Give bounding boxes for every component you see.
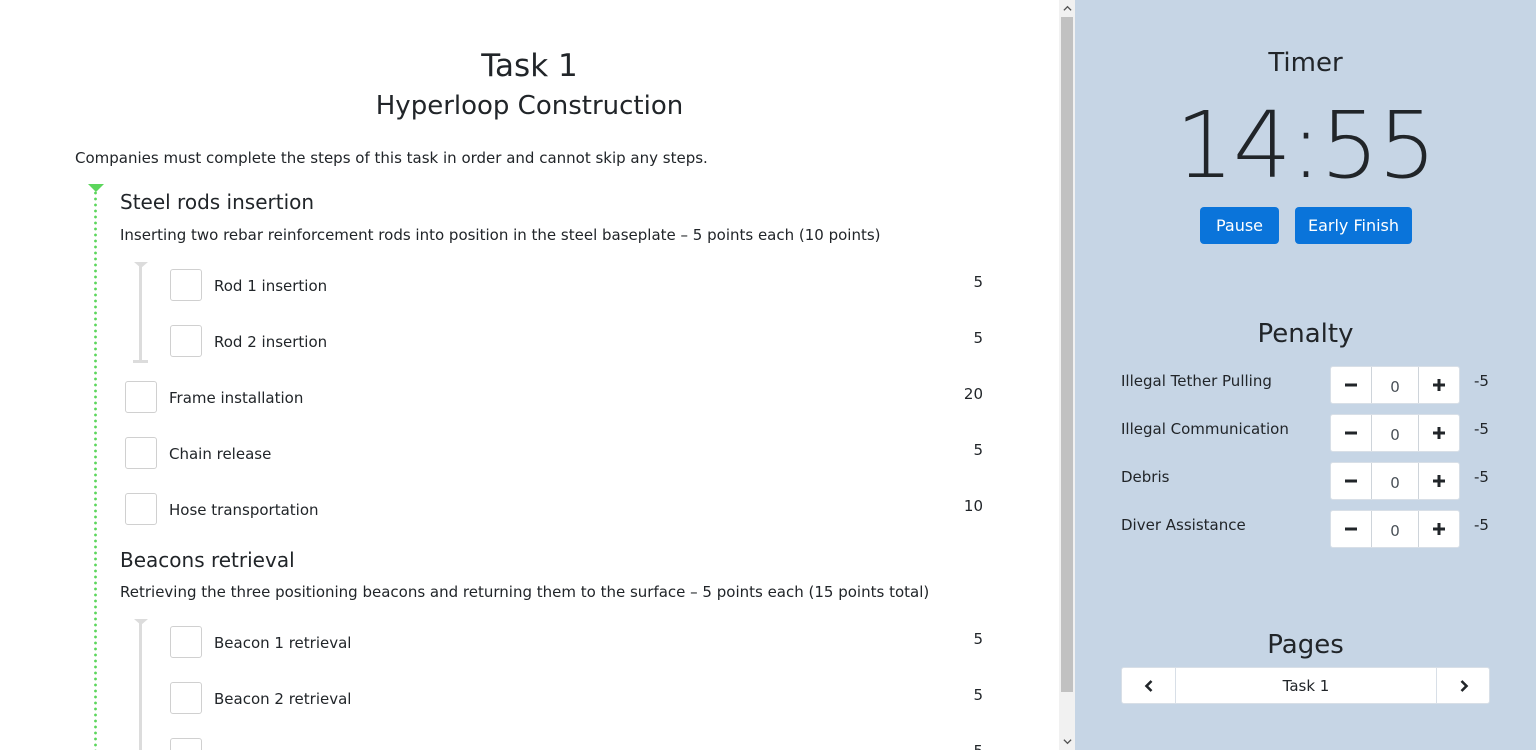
substep-bracket [139,621,142,750]
substep-points: 5 [973,686,983,704]
substep-label: Beacon 2 retrieval [214,690,352,708]
substep-bracket [139,264,142,362]
checkbox-rod-2[interactable] [170,325,202,357]
penalty-row-debris: Debris -5 [1075,462,1536,500]
task-content: Task 1 Hyperloop Construction Companies … [0,0,1059,750]
checkbox-beacon-2[interactable] [170,682,202,714]
substep-label: Beacon 1 retrieval [214,634,352,652]
section-title-steel-rods: Steel rods insertion [120,190,315,214]
task-intro: Companies must complete the steps of thi… [75,149,708,167]
checkbox-chain-release[interactable] [125,437,157,469]
substep-points: 5 [973,273,983,291]
penalty-count-input[interactable] [1371,511,1419,547]
plus-icon[interactable] [1419,367,1459,403]
chevron-right-icon[interactable] [1437,668,1490,703]
substep-points: 5 [973,630,983,648]
scroll-down-icon[interactable] [1059,733,1075,750]
penalty-row-diver-assistance: Diver Assistance -5 [1075,510,1536,548]
penalty-row-illegal-communication: Illegal Communication -5 [1075,414,1536,452]
control-panel: Timer 14:55 Pause Early Finish Penalty I… [1075,0,1536,750]
substep-points: 5 [973,329,983,347]
section-title-beacons: Beacons retrieval [120,548,295,572]
penalty-value: -5 [1474,420,1489,438]
step-label: Hose transportation [169,501,319,519]
penalty-value: -5 [1474,372,1489,390]
plus-icon[interactable] [1419,511,1459,547]
checkbox-rod-1[interactable] [170,269,202,301]
task-subtitle: Hyperloop Construction [375,91,684,121]
timer-display: 14:55 [1175,92,1436,199]
penalty-value: -5 [1474,468,1489,486]
penalty-count-input[interactable] [1371,367,1419,403]
penalty-label: Illegal Communication [1121,420,1289,438]
checkbox-beacon-1[interactable] [170,626,202,658]
section-description-steel-rods: Inserting two rebar reinforcement rods i… [120,226,881,244]
step-points: 10 [963,497,983,515]
step-label: Chain release [169,445,272,463]
chevron-left-icon[interactable] [1122,668,1175,703]
plus-icon[interactable] [1419,415,1459,451]
penalty-label: Debris [1121,468,1170,486]
step-points: 5 [973,441,983,459]
scroll-thumb[interactable] [1061,17,1073,692]
early-finish-button[interactable]: Early Finish [1295,207,1412,244]
minus-icon[interactable] [1331,415,1371,451]
step-points: 20 [963,385,983,403]
scroll-up-icon[interactable] [1059,0,1075,17]
substep-label: Rod 2 insertion [214,333,328,351]
timeline-arrow-icon [88,184,104,192]
section-description-beacons: Retrieving the three positioning beacons… [120,583,930,601]
vertical-scrollbar[interactable] [1059,0,1075,750]
penalty-stepper [1330,510,1460,548]
minus-icon[interactable] [1331,463,1371,499]
timeline-line [94,190,97,750]
page-navigator: Task 1 [1121,667,1490,704]
penalty-label: Illegal Tether Pulling [1121,372,1272,390]
checkbox-hose-transportation[interactable] [125,493,157,525]
plus-icon[interactable] [1419,463,1459,499]
substep-label: Rod 1 insertion [214,277,328,295]
substep-points: 5 [943,740,983,750]
checkbox-frame-installation[interactable] [125,381,157,413]
penalty-stepper [1330,414,1460,452]
pause-button[interactable]: Pause [1200,207,1279,244]
current-page: Task 1 [1175,668,1437,703]
minus-icon[interactable] [1331,511,1371,547]
penalty-value: -5 [1474,516,1489,534]
penalty-count-input[interactable] [1371,463,1419,499]
minus-icon[interactable] [1331,367,1371,403]
penalty-row-illegal-tether-pulling: Illegal Tether Pulling -5 [1075,366,1536,404]
timer-heading: Timer [1268,48,1343,78]
penalty-label: Diver Assistance [1121,516,1246,534]
penalty-heading: Penalty [1257,319,1354,349]
pages-heading: Pages [1267,630,1344,660]
checkbox-beacon-3[interactable] [170,738,202,750]
penalty-stepper [1330,462,1460,500]
penalty-count-input[interactable] [1371,415,1419,451]
bracket-cap [133,360,148,363]
penalty-stepper [1330,366,1460,404]
task-title: Task 1 [481,48,578,84]
step-label: Frame installation [169,389,304,407]
